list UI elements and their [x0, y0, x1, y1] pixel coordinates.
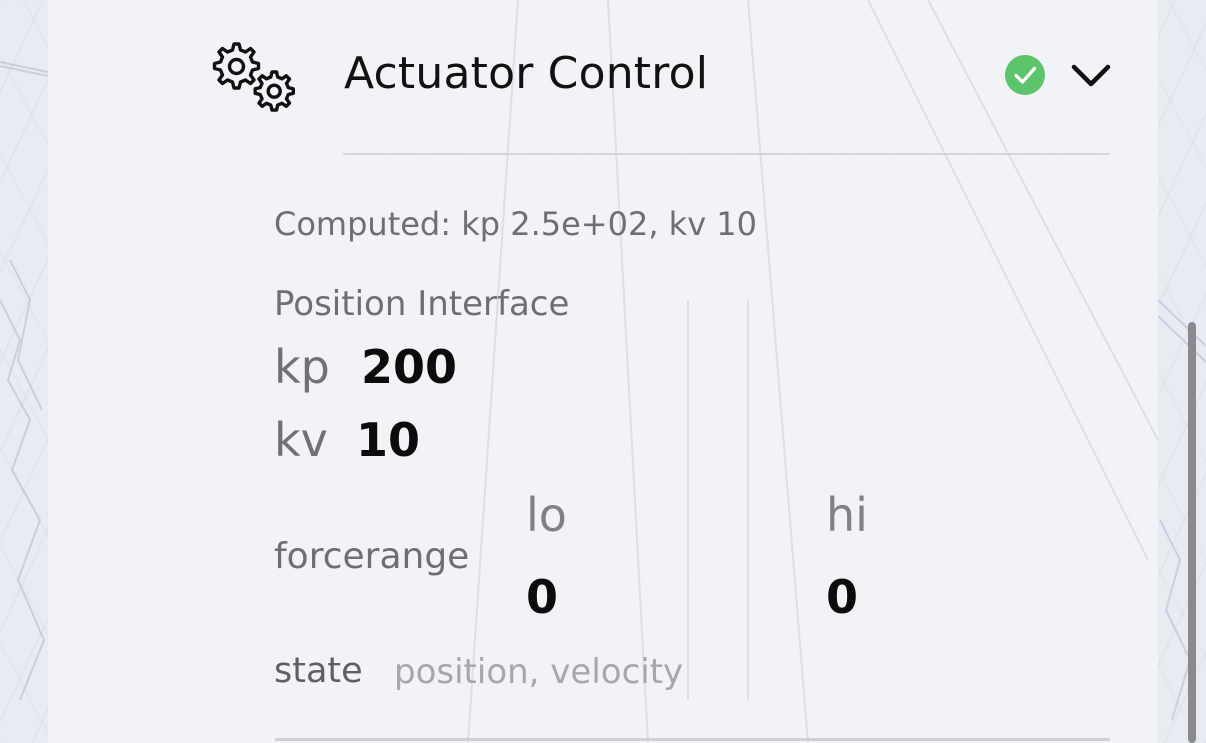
panel-title: Actuator Control — [344, 48, 709, 99]
position-interface-title: Position Interface — [274, 284, 570, 324]
kv-label: kv — [274, 413, 328, 467]
bottom-divider — [275, 738, 1110, 741]
state-label: state — [274, 651, 363, 691]
kv-value[interactable]: 10 — [356, 413, 420, 467]
actuator-control-panel: Actuator Control Computed: kp 2.5e+02, k… — [48, 0, 1158, 743]
forcerange-lo-label: lo — [526, 488, 567, 542]
kp-label: kp — [274, 340, 330, 394]
vertical-scrollbar[interactable] — [1188, 322, 1196, 743]
header-divider — [343, 153, 1110, 155]
forcerange-hi-value[interactable]: 0 — [826, 570, 858, 624]
state-value: position, velocity — [394, 652, 684, 692]
computed-summary: Computed: kp 2.5e+02, kv 10 — [274, 205, 758, 243]
gears-icon — [212, 42, 295, 112]
forcerange-label: forcerange — [274, 536, 470, 577]
chevron-down-icon[interactable] — [1070, 62, 1112, 90]
check-circle-icon — [1005, 55, 1045, 95]
panel-header[interactable]: Actuator Control — [48, 0, 1158, 155]
kp-value[interactable]: 200 — [361, 340, 457, 394]
forcerange-hi-label: hi — [826, 488, 868, 542]
forcerange-lo-value[interactable]: 0 — [526, 570, 558, 624]
